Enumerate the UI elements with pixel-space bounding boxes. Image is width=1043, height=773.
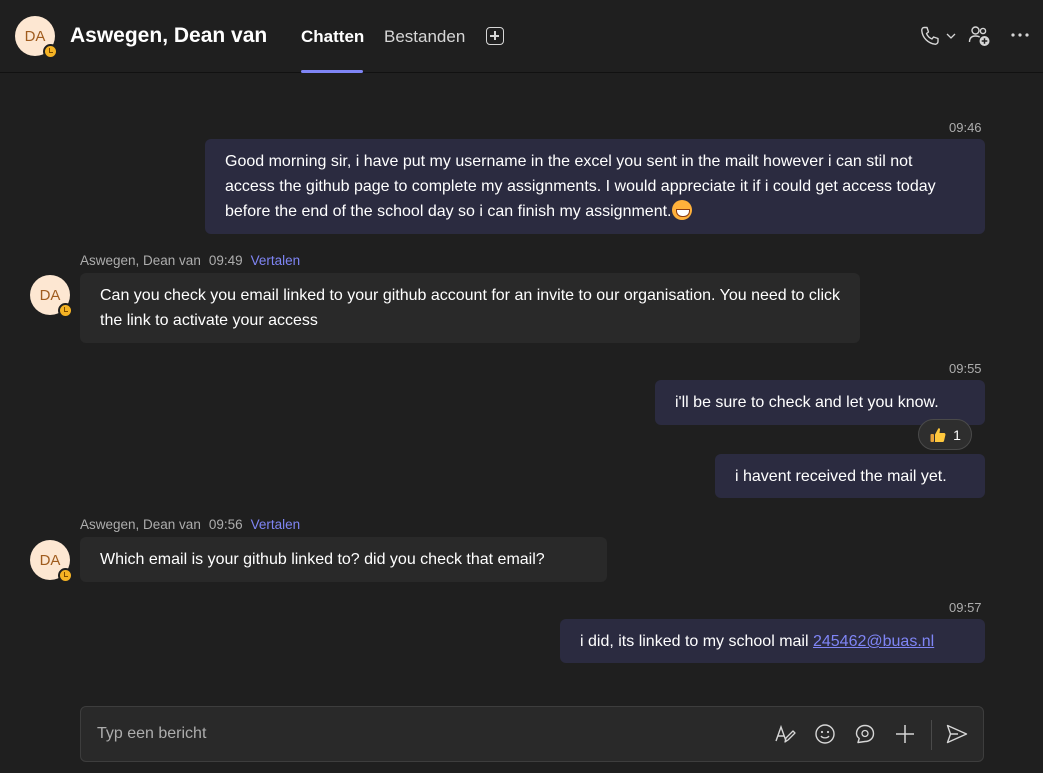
message-input[interactable] <box>97 721 737 747</box>
outgoing-message[interactable]: i havent received the mail yet. <box>715 454 985 498</box>
sender-avatar[interactable]: DA <box>30 275 73 318</box>
sender-name: Aswegen, Dean van <box>80 253 201 268</box>
call-icon[interactable] <box>919 25 941 47</box>
grinning-face-icon <box>672 200 693 220</box>
away-status-icon <box>43 44 58 59</box>
reaction-badge[interactable]: 1 <box>918 419 972 450</box>
add-tab-icon[interactable] <box>486 27 504 45</box>
message-text: Can you check you email linked to your g… <box>100 287 841 329</box>
incoming-message[interactable]: Which email is your github linked to? di… <box>80 537 607 582</box>
chat-header: DA Aswegen, Dean van Chatten Bestanden <box>0 0 1043 73</box>
message-text: Good morning sir, i have put my username… <box>225 153 936 220</box>
translate-link[interactable]: Vertalen <box>251 253 301 268</box>
tab-chatten[interactable]: Chatten <box>301 27 364 47</box>
message-text: i havent received the mail yet. <box>735 468 947 485</box>
email-link[interactable]: 245462@buas.nl <box>813 633 934 650</box>
format-icon[interactable] <box>774 723 796 745</box>
send-icon[interactable] <box>945 723 969 745</box>
message-timestamp: 09:46 <box>949 120 982 135</box>
message-text: i'll be sure to check and let you know. <box>675 394 939 411</box>
message-timestamp: 09:49 <box>208 253 243 268</box>
more-icon[interactable] <box>1010 27 1030 43</box>
sender-info: Aswegen, Dean van 09:56 Vertalen <box>80 517 300 532</box>
active-tab-indicator <box>301 70 363 73</box>
away-status-icon <box>58 303 73 318</box>
message-timestamp: 09:57 <box>949 600 982 615</box>
add-people-icon[interactable] <box>968 24 992 48</box>
message-timestamp: 09:56 <box>208 517 243 532</box>
away-status-icon <box>58 568 73 583</box>
message-text: i did, its linked to my school mail <box>580 633 813 650</box>
compose-box <box>80 706 984 762</box>
incoming-message[interactable]: Can you check you email linked to your g… <box>80 273 860 343</box>
reaction-count: 1 <box>953 426 961 443</box>
sender-info: Aswegen, Dean van 09:49 Vertalen <box>80 253 300 268</box>
avatar-initials: DA <box>39 551 61 569</box>
contact-avatar[interactable]: DA <box>15 16 58 59</box>
attach-plus-icon[interactable] <box>894 723 916 745</box>
outgoing-message[interactable]: Good morning sir, i have put my username… <box>205 139 985 234</box>
message-text: Which email is your github linked to? di… <box>100 551 545 568</box>
loop-icon[interactable] <box>854 723 876 745</box>
thumbs-up-icon <box>930 427 946 442</box>
chevron-down-icon[interactable] <box>945 31 957 41</box>
emoji-icon[interactable] <box>814 723 836 745</box>
avatar-initials: DA <box>39 286 61 304</box>
tab-bestanden[interactable]: Bestanden <box>384 27 465 47</box>
sender-avatar[interactable]: DA <box>30 540 73 583</box>
translate-link[interactable]: Vertalen <box>251 517 301 532</box>
outgoing-message[interactable]: i did, its linked to my school mail 2454… <box>560 619 985 663</box>
message-timestamp: 09:55 <box>949 361 982 376</box>
compose-divider <box>931 720 932 750</box>
contact-name[interactable]: Aswegen, Dean van <box>70 24 267 48</box>
sender-name: Aswegen, Dean van <box>80 517 201 532</box>
avatar-initials: DA <box>24 27 46 45</box>
